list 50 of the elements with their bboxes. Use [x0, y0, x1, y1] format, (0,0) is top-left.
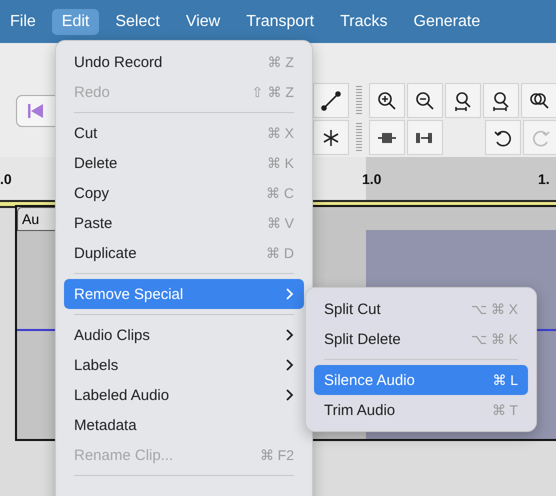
menu-item[interactable]: Audio Clips — [64, 320, 304, 350]
undo-icon[interactable] — [485, 120, 521, 155]
menu-item[interactable]: Duplicate ⌘ D — [64, 238, 304, 268]
menu-item[interactable]: Labels — [64, 350, 304, 380]
chevron-icon — [285, 388, 294, 402]
trim-audio-icon[interactable] — [369, 120, 405, 155]
menu-item[interactable]: Silence Audio ⌘ L — [314, 365, 528, 395]
chevron-icon — [285, 358, 294, 372]
shortcut-label: ⌘ T — [492, 402, 518, 418]
menu-item[interactable]: Delete ⌘ K — [64, 148, 304, 178]
shortcut-label: ⌘ V — [266, 215, 294, 231]
menu-bar-item[interactable]: Select — [105, 8, 170, 34]
fit-selection-icon[interactable] — [445, 83, 481, 118]
shortcut-label: ⌘ K — [266, 155, 294, 171]
menu-item[interactable]: Copy ⌘ C — [64, 178, 304, 208]
menu-item[interactable]: Undo Record ⌘ Z — [64, 47, 304, 77]
shortcut-label: ⌥ ⌘ X — [470, 301, 518, 317]
multi-tool-icon[interactable] — [313, 120, 349, 155]
skip-to-start-icon — [27, 102, 45, 120]
menu-bar-item[interactable]: File — [0, 8, 46, 34]
menu-item[interactable]: Trim Audio ⌘ T — [314, 395, 528, 425]
menu-item[interactable]: Labeled Audio — [64, 380, 304, 410]
menu-item[interactable]: Split Cut ⌥ ⌘ X — [314, 294, 528, 324]
menu-bar-item[interactable]: View — [176, 8, 230, 34]
shortcut-label: ⌘ F2 — [260, 447, 294, 463]
menu-bar-item[interactable]: Tracks — [330, 8, 398, 34]
shortcut-label: ⇧ ⌘ Z — [252, 84, 294, 100]
zoom-toggle-icon[interactable] — [521, 83, 556, 118]
menu-item[interactable]: Paste ⌘ V — [64, 208, 304, 238]
menu-item[interactable]: Remove Special — [64, 279, 304, 309]
zoom-out-icon[interactable] — [407, 83, 443, 118]
menu-item[interactable]: Cut ⌘ X — [64, 118, 304, 148]
zoom-in-icon[interactable] — [369, 83, 405, 118]
shortcut-label: ⌘ C — [266, 185, 294, 201]
ruler-label: 1.0 — [362, 171, 382, 187]
shortcut-label: ⌘ D — [266, 245, 294, 261]
menu-bar-item[interactable]: Generate — [404, 8, 490, 34]
silence-audio-icon[interactable] — [407, 120, 443, 155]
fit-project-icon[interactable] — [483, 83, 519, 118]
shortcut-label: ⌘ Z — [268, 54, 294, 70]
chevron-icon — [285, 287, 294, 301]
menu-bar-item[interactable]: Transport — [236, 8, 324, 34]
draw-tool-icon[interactable] — [313, 83, 349, 118]
shortcut-label: ⌘ L — [492, 372, 518, 388]
ruler-label: .0 — [0, 171, 12, 187]
shortcut-label: ⌥ ⌘ K — [470, 331, 518, 347]
menu-item[interactable]: Split Delete ⌥ ⌘ K — [314, 324, 528, 354]
menu-item[interactable]: Metadata — [64, 410, 304, 440]
shortcut-label: ⌘ X — [266, 125, 294, 141]
ruler-label: 1. — [538, 171, 550, 187]
